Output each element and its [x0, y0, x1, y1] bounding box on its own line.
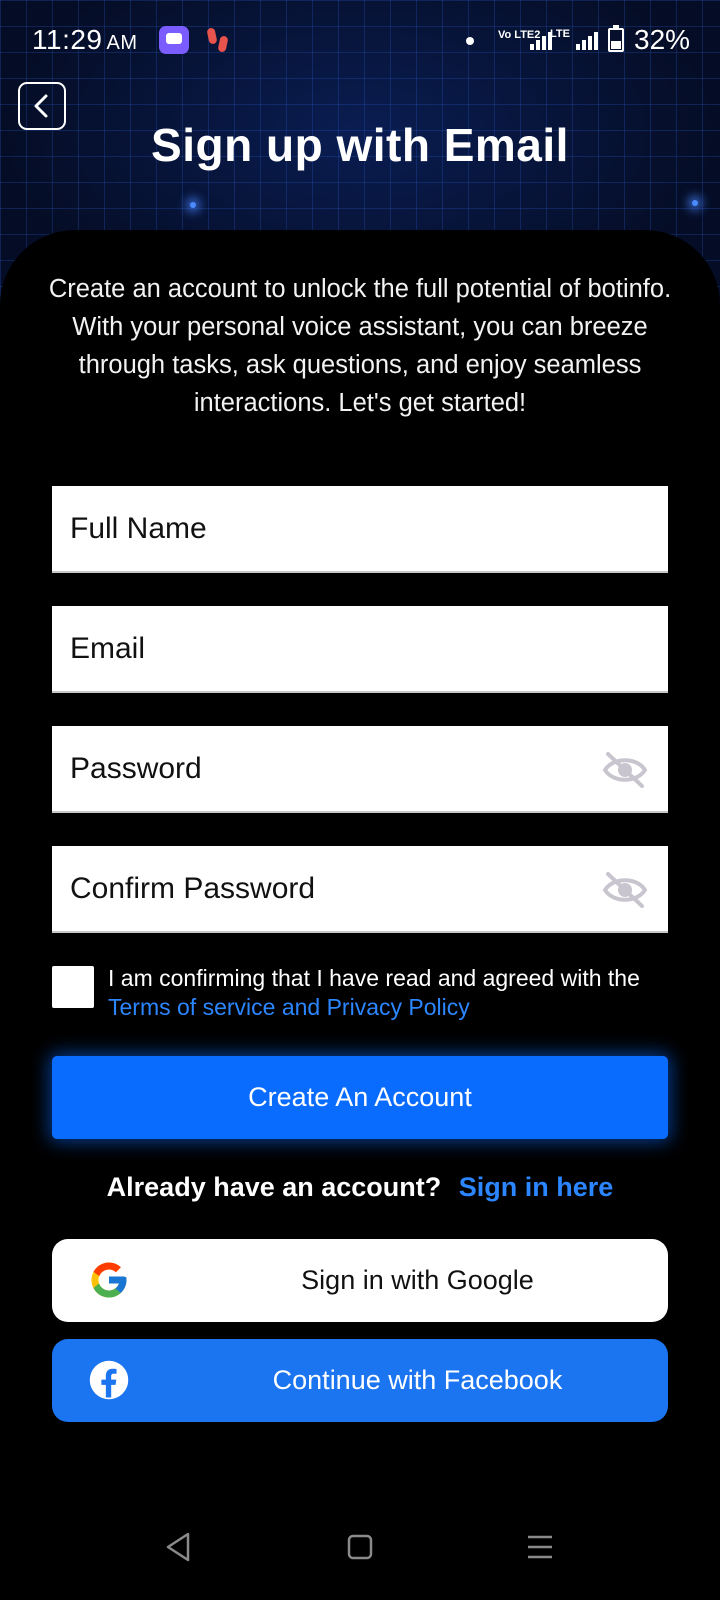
- facebook-signin-button[interactable]: Continue with Facebook: [52, 1339, 668, 1422]
- email-input[interactable]: [70, 606, 610, 691]
- battery-percentage: 32%: [634, 24, 691, 55]
- password-input[interactable]: [70, 726, 610, 811]
- terms-text: I am confirming that I have read and agr…: [108, 964, 668, 1022]
- terms-link[interactable]: Terms of service and Privacy Policy: [108, 994, 470, 1020]
- terms-statement: I am confirming that I have read and agr…: [108, 965, 640, 991]
- signin-prompt: Already have an account?: [106, 1172, 442, 1202]
- footsteps-app-icon: [206, 26, 230, 54]
- intro-text: Create an account to unlock the full pot…: [48, 275, 672, 417]
- chevron-left-icon: [34, 94, 48, 118]
- full-name-input[interactable]: [70, 486, 610, 571]
- status-bar: 11:29 AM Vo LTE2 LTE 32%: [0, 0, 720, 84]
- google-signin-label: Sign in with Google: [301, 1265, 534, 1295]
- menu-lines-icon: [528, 1535, 552, 1559]
- google-signin-button[interactable]: Sign in with Google: [52, 1239, 668, 1322]
- lte-indicator: LTE: [550, 28, 570, 40]
- nav-home-button[interactable]: [340, 1527, 380, 1567]
- system-navigation-bar: [0, 1505, 720, 1600]
- facebook-signin-label: Continue with Facebook: [272, 1365, 563, 1395]
- notification-dot-icon: [466, 37, 474, 45]
- signal-icon: [530, 30, 552, 50]
- confirm-password-input[interactable]: [70, 846, 610, 931]
- battery-icon: [608, 25, 624, 52]
- email-field[interactable]: [52, 606, 668, 693]
- nav-back-button[interactable]: [158, 1527, 198, 1567]
- confirm-password-field[interactable]: [52, 846, 668, 933]
- full-name-field[interactable]: [52, 486, 668, 573]
- terms-checkbox[interactable]: [52, 966, 94, 1008]
- square-home-icon: [347, 1534, 373, 1560]
- password-field[interactable]: [52, 726, 668, 813]
- signin-row: Already have an account? Sign in here: [0, 1172, 720, 1203]
- nav-recents-button[interactable]: [520, 1527, 560, 1567]
- status-time: 11:29 AM: [32, 24, 138, 55]
- eye-off-icon[interactable]: [602, 871, 648, 909]
- triangle-back-icon: [166, 1532, 190, 1562]
- signin-link[interactable]: Sign in here: [459, 1172, 614, 1202]
- create-account-button[interactable]: Create An Account: [52, 1056, 668, 1139]
- chat-app-icon: [159, 26, 189, 54]
- glow-dot: [692, 200, 698, 206]
- glow-dot: [190, 202, 196, 208]
- page-title: Sign up with Email: [151, 119, 569, 171]
- eye-off-icon[interactable]: [602, 751, 648, 789]
- signal-icon: [576, 30, 598, 50]
